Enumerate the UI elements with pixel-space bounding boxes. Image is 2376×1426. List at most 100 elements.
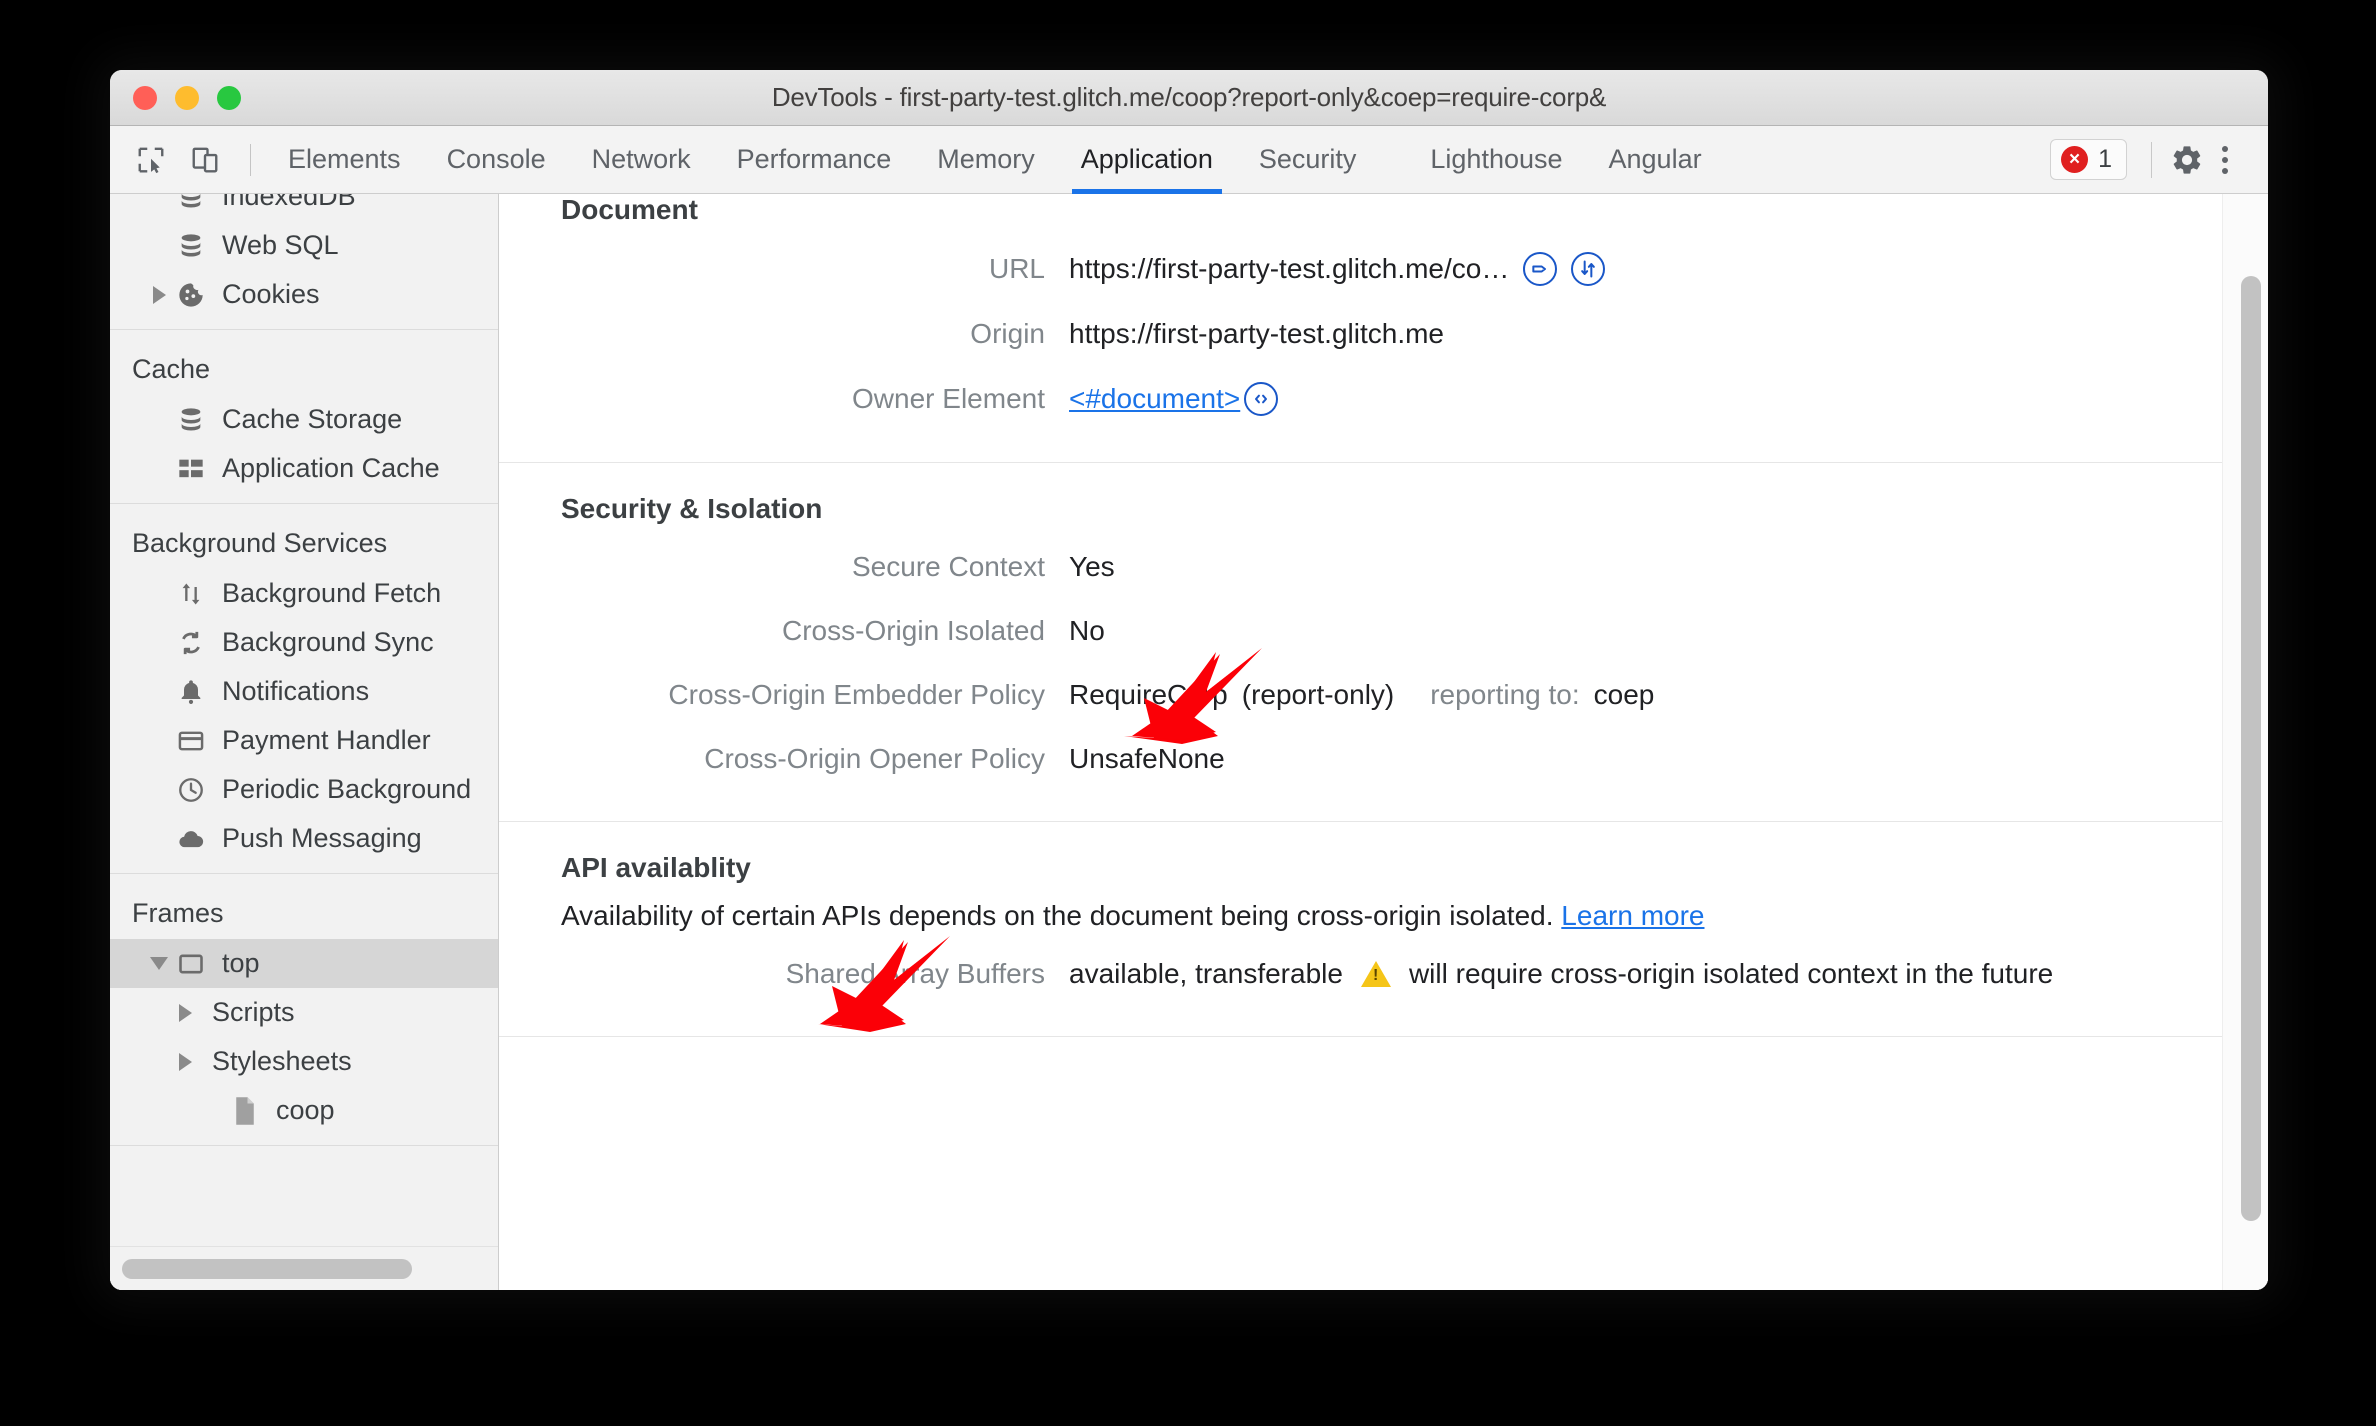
tab-angular[interactable]: Angular [1586, 126, 1725, 194]
sidebar-item-cookies[interactable]: Cookies [110, 270, 498, 319]
api-availability-note: Availability of certain APIs depends on … [499, 894, 2222, 942]
main-vscrollbar[interactable] [2222, 194, 2268, 1290]
sidebar-item-background-sync[interactable]: Background Sync [110, 618, 498, 667]
gear-icon[interactable] [2170, 143, 2204, 177]
sidebar-hscrollbar-thumb[interactable] [122, 1258, 412, 1279]
error-count-button[interactable]: × 1 [2050, 139, 2127, 180]
network-transfer-circle-icon[interactable] [1571, 252, 1606, 286]
coep-value: RequireCorp [1069, 679, 1228, 710]
sidebar-item-label: top [222, 948, 260, 978]
row-cross-origin-opener-policy: Cross-Origin Opener Policy UnsafeNone [499, 727, 2222, 791]
device-toolbar-icon[interactable] [182, 137, 228, 183]
main-vscrollbar-thumb[interactable] [2241, 276, 2261, 1221]
window-titlebar: DevTools - first-party-test.glitch.me/co… [110, 70, 2268, 126]
database-icon [172, 194, 210, 211]
sidebar-hscrollbar[interactable] [110, 1246, 498, 1290]
sidebar-group-header: Cache [132, 354, 211, 384]
learn-more-link[interactable]: Learn more [1561, 900, 1704, 931]
row-value: RequireCorp (report-only) reporting to: … [1045, 679, 1654, 711]
clock-icon [172, 776, 210, 804]
tag-circle-icon[interactable] [1523, 252, 1558, 286]
sidebar-item-notifications[interactable]: Notifications [110, 667, 498, 716]
tab-application[interactable]: Application [1058, 126, 1236, 194]
sidebar-item-web-sql[interactable]: Web SQL [110, 221, 498, 270]
inspect-element-icon[interactable] [128, 137, 174, 183]
tab-label: Angular [1608, 144, 1702, 174]
row-value: available, transferable will require cro… [1045, 958, 2053, 990]
coep-reporting-endpoint: coep [1593, 679, 1655, 710]
sidebar-item-top[interactable]: top [110, 939, 498, 988]
frame-icon [172, 950, 210, 978]
row-origin: Origin https://first-party-test.glitch.m… [499, 302, 2222, 366]
row-label: Secure Context [852, 551, 1045, 582]
credit-card-icon [172, 727, 210, 755]
sidebar-item-indexeddb[interactable]: IndexedDB [110, 194, 498, 221]
chevron-right-icon[interactable] [146, 285, 172, 304]
row-label: Cross-Origin Embedder Policy [668, 679, 1045, 710]
row-label: Origin [970, 318, 1045, 349]
row-shared-array-buffers: Shared Array Buffers available, transfer… [499, 942, 2222, 1006]
tab-security[interactable]: Security [1236, 126, 1380, 194]
database-icon [172, 406, 210, 434]
sidebar-group-storage: IndexedDB Web SQL Cookies [110, 194, 498, 330]
sidebar-item-label: Periodic Background [222, 774, 472, 804]
coep-reporting-label: reporting to: [1430, 679, 1580, 710]
sidebar-item-scripts[interactable]: Scripts [110, 988, 498, 1037]
cookie-icon [172, 281, 210, 309]
row-url: URL https://first-party-test.glitch.me/c… [499, 236, 2222, 302]
sync-icon [172, 629, 210, 657]
chevron-down-icon[interactable] [146, 957, 172, 970]
tab-memory[interactable]: Memory [914, 126, 1058, 194]
sidebar-group-frames: Frames top Scripts Stylesheets coop [110, 874, 498, 1146]
bell-icon [172, 678, 210, 706]
sidebar-item-payment-handler[interactable]: Payment Handler [110, 716, 498, 765]
tab-performance[interactable]: Performance [714, 126, 915, 194]
row-label: Owner Element [852, 383, 1045, 414]
sidebar-item-background-fetch[interactable]: Background Fetch [110, 569, 498, 618]
tab-label: Performance [736, 144, 892, 174]
sidebar-item-label: IndexedDB [222, 194, 356, 211]
coep-report-only-suffix: (report-only) [1241, 679, 1395, 710]
tab-network[interactable]: Network [569, 126, 714, 194]
row-value: <#document> [1045, 382, 1279, 416]
table-icon [172, 455, 210, 483]
tab-lighthouse[interactable]: Lighthouse [1407, 126, 1585, 194]
error-count-label: 1 [2098, 145, 2112, 173]
application-sidebar: IndexedDB Web SQL Cookies Cache Cache St… [110, 194, 499, 1290]
error-badge-icon: × [2061, 146, 2089, 173]
tab-elements[interactable]: Elements [265, 126, 424, 194]
sidebar-item-stylesheets[interactable]: Stylesheets [110, 1037, 498, 1086]
sidebar-item-label: Application Cache [222, 453, 440, 483]
document-icon [226, 1096, 264, 1126]
sidebar-item-label: Notifications [222, 676, 370, 706]
tab-console[interactable]: Console [424, 126, 569, 194]
row-value: https://first-party-test.glitch.me/co… [1045, 252, 1606, 286]
sidebar-item-cache-storage[interactable]: Cache Storage [110, 395, 498, 444]
row-label: Shared Array Buffers [785, 958, 1045, 989]
toolbar-divider-right [2151, 141, 2152, 178]
sidebar-item-push-messaging[interactable]: Push Messaging [110, 814, 498, 863]
sab-warning-text: will require cross-origin isolated conte… [1408, 958, 2054, 989]
database-icon [172, 232, 210, 260]
sidebar-item-application-cache[interactable]: Application Cache [110, 444, 498, 493]
sidebar-item-label: Background Sync [222, 627, 434, 657]
section-title-api-availability: API availablity [561, 852, 751, 883]
row-secure-context: Secure Context Yes [499, 535, 2222, 599]
kebab-menu-icon[interactable] [2204, 145, 2246, 174]
sidebar-item-label: Stylesheets [212, 1046, 352, 1076]
row-cross-origin-embedder-policy: Cross-Origin Embedder Policy RequireCorp… [499, 663, 2222, 727]
toolbar-right-icons: × 1 [2050, 139, 2246, 180]
sidebar-group-cache: Cache Cache Storage Application Cache [110, 330, 498, 504]
sidebar-group-header: Background Services [132, 528, 388, 558]
toolbar-left-icons [128, 137, 265, 183]
code-circle-icon[interactable] [1244, 382, 1279, 416]
owner-element-link[interactable]: <#document> [1069, 383, 1240, 415]
sidebar-item-label: coop [276, 1095, 335, 1125]
chevron-right-icon[interactable] [172, 1003, 198, 1022]
chevron-right-icon[interactable] [172, 1052, 198, 1071]
sidebar-item-periodic-background[interactable]: Periodic Background [110, 765, 498, 814]
sidebar-item-label: Payment Handler [222, 725, 431, 755]
sidebar-item-coop[interactable]: coop [110, 1086, 498, 1135]
devtools-toolbar: Elements Console Network Performance Mem… [110, 126, 2268, 194]
tab-label: Network [591, 144, 691, 174]
